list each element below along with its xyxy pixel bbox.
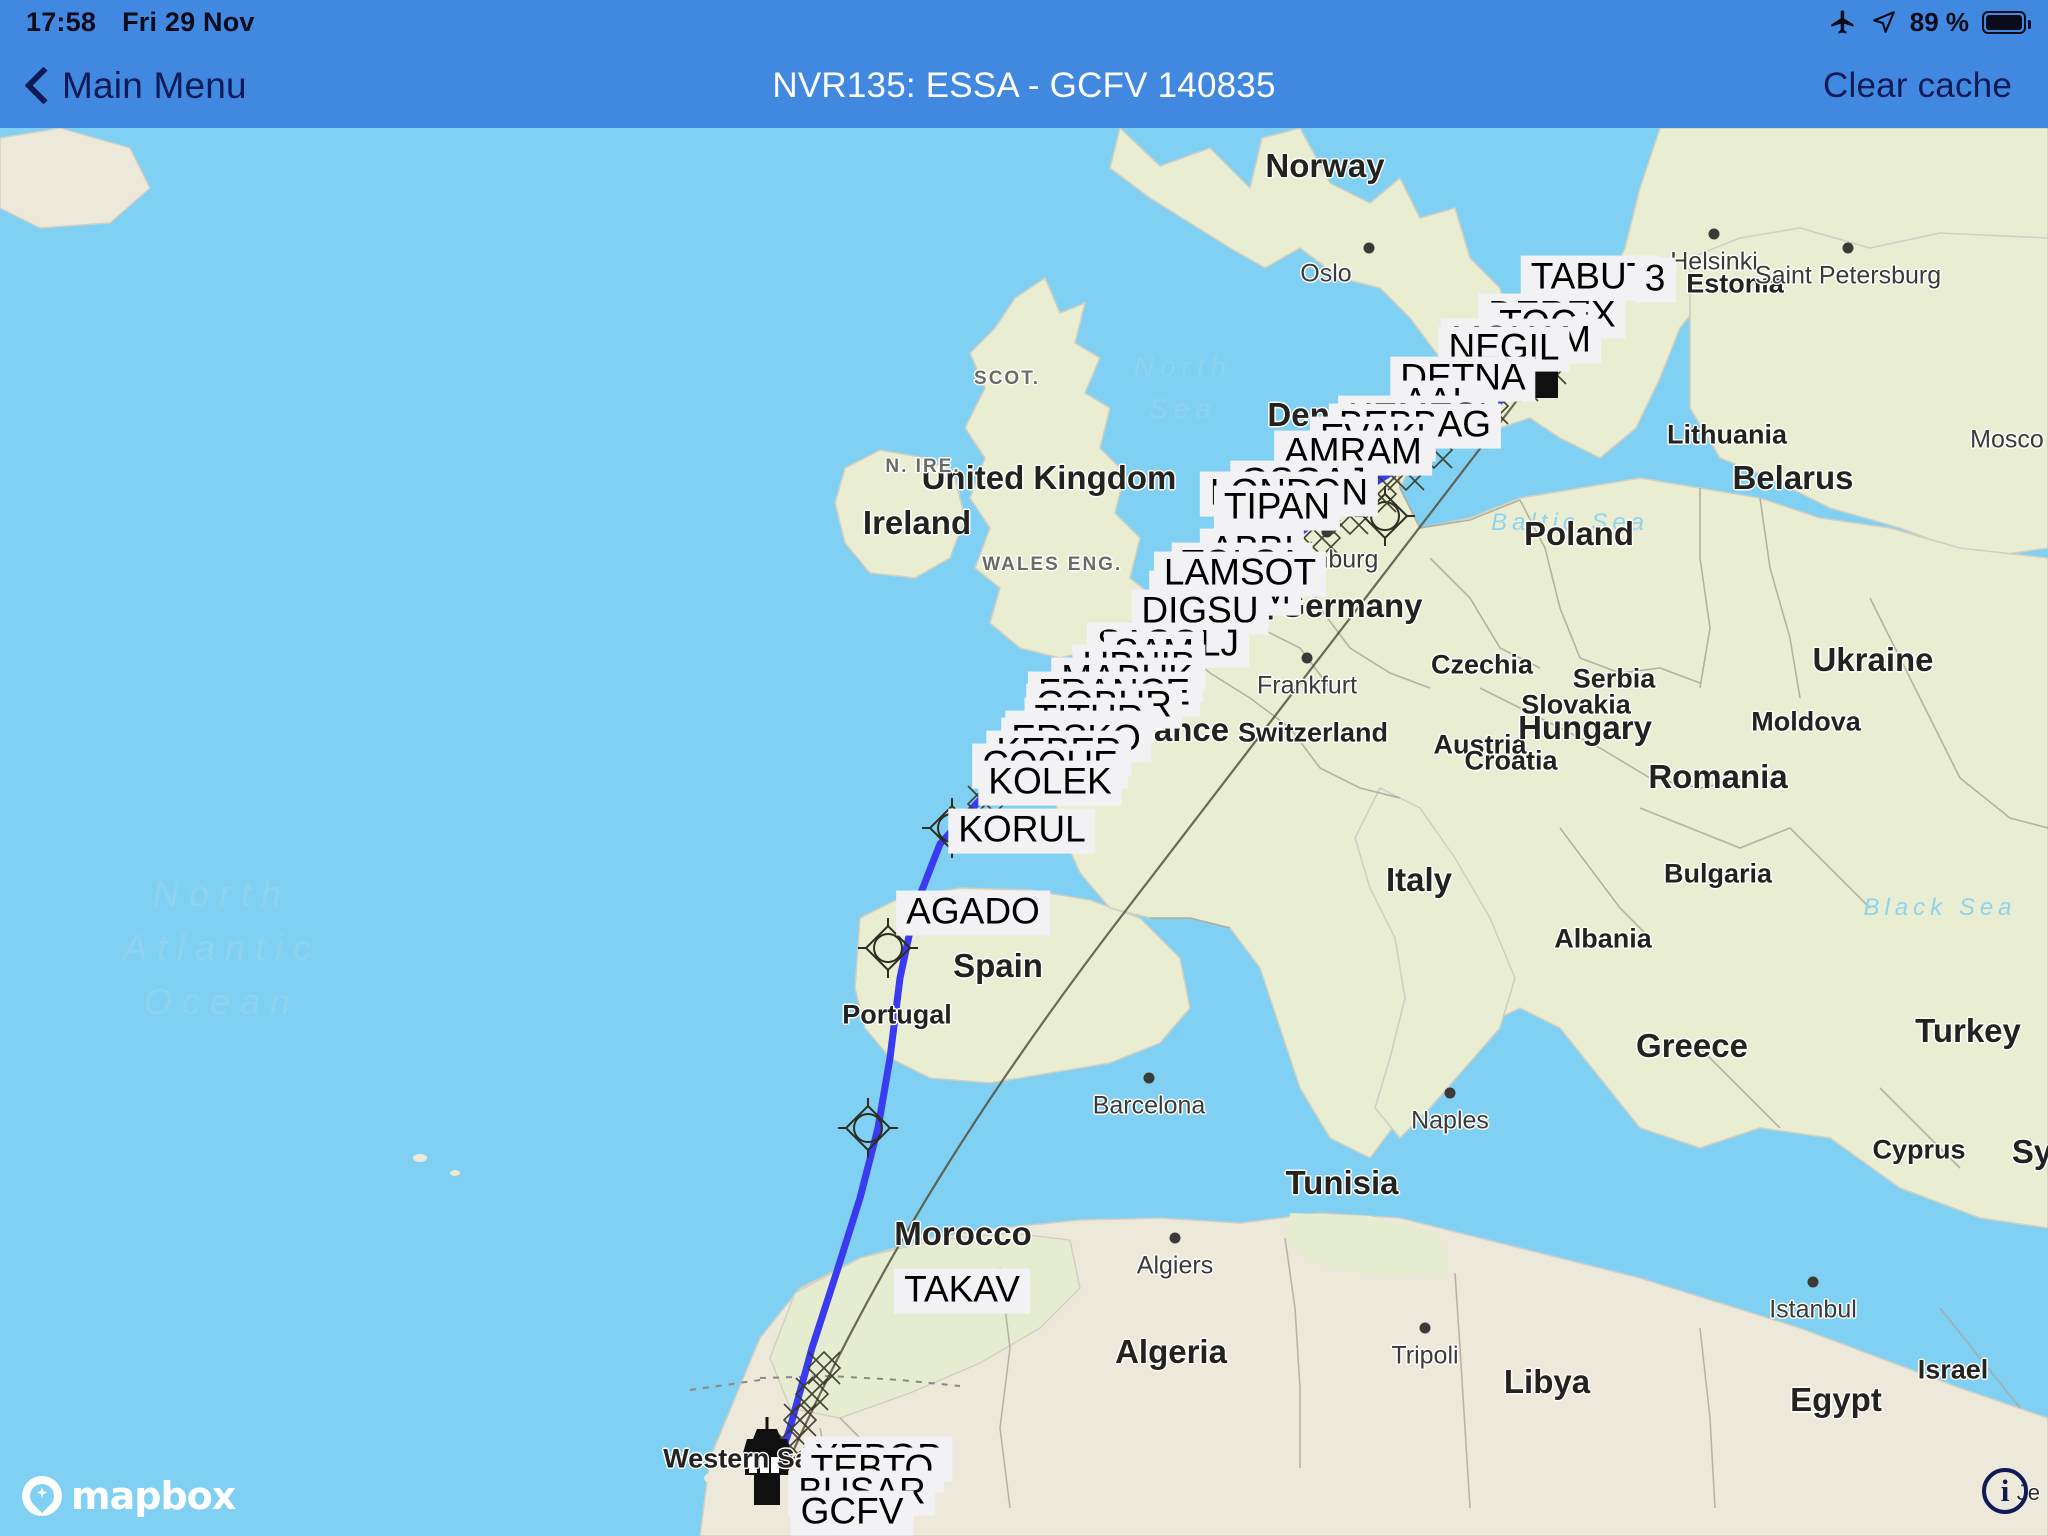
city-dot [1807, 1276, 1819, 1288]
status-bar-left: 17:58 Fri 29 Nov [26, 7, 255, 38]
status-time: 17:58 [26, 6, 97, 37]
page-title: NVR135: ESSA - GCFV 140835 [772, 66, 1276, 105]
city-dot [1301, 652, 1313, 664]
city-dot [1169, 1232, 1181, 1244]
city-dot [1143, 1072, 1155, 1084]
airplane-mode-icon [1828, 8, 1858, 36]
city-dot [1084, 700, 1096, 712]
battery-full-icon [1982, 10, 2031, 34]
mapbox-mark-icon [22, 1476, 62, 1516]
main-menu-label: Main Menu [62, 65, 247, 106]
city-dot [1419, 1322, 1431, 1334]
status-bar: 17:58 Fri 29 Nov 89 % [0, 0, 2048, 44]
city-dot [1363, 242, 1375, 254]
mapbox-logo[interactable]: mapbox [22, 1474, 236, 1518]
city-dot [1321, 526, 1333, 538]
battery-percent: 89 % [1909, 6, 1969, 37]
main-menu-back-button[interactable]: Main Menu [24, 65, 247, 107]
chevron-left-icon [24, 66, 50, 106]
mapbox-wordmark: mapbox [71, 1474, 236, 1518]
info-circle-icon[interactable]: i [1982, 1468, 2028, 1514]
location-arrow-icon [1871, 9, 1897, 35]
city-dot [1444, 1087, 1456, 1099]
map-canvas[interactable]: North Atlantic Ocean North Sea Baltic Sea Blac… [0, 128, 2048, 1536]
status-date: Fri 29 Nov [122, 6, 255, 37]
clear-cache-button[interactable]: Clear cache [1823, 66, 2012, 106]
app-root: 17:58 Fri 29 Nov 89 % Main Menu NVR135: … [0, 0, 2048, 1536]
map-geometry [0, 128, 2048, 1536]
status-bar-right: 89 % [1828, 6, 2031, 38]
city-dot [1842, 242, 1854, 254]
city-dot [1708, 228, 1720, 240]
navigation-bar: Main Menu NVR135: ESSA - GCFV 140835 Cle… [0, 44, 2048, 128]
